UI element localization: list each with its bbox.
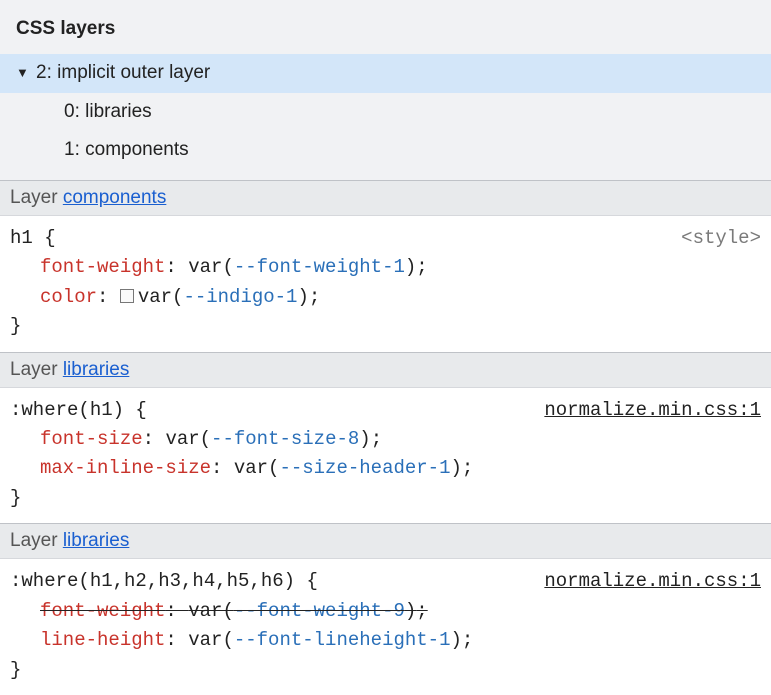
layer-header: Layer libraries <box>0 352 771 388</box>
layer-header: Layer libraries <box>0 523 771 559</box>
layer-header: Layer components <box>0 180 771 216</box>
layer-link[interactable]: libraries <box>63 530 130 551</box>
declaration[interactable]: font-size: var(--font-size-8); <box>10 425 761 454</box>
rule-block: :where(h1) {normalize.min.css:1font-size… <box>0 388 771 524</box>
property-name: font-size <box>40 428 143 450</box>
rule-block: :where(h1,h2,h3,h4,h5,h6) { normalize.min… <box>0 559 771 695</box>
chevron-down-icon[interactable]: ▼ <box>16 64 30 82</box>
source-style-tag[interactable]: <style> <box>681 224 761 253</box>
property-value: var(--font-size-8) <box>165 428 370 450</box>
rule-close-brace: } <box>10 656 761 685</box>
rule-close-brace: } <box>10 484 761 513</box>
css-variable[interactable]: --indigo-1 <box>183 286 297 308</box>
css-variable[interactable]: --font-weight-9 <box>234 600 405 622</box>
css-variable[interactable]: --font-lineheight-1 <box>234 629 451 651</box>
rule-selector[interactable]: h1 { <box>10 224 56 253</box>
property-name: line-height <box>40 629 165 651</box>
layer-header-prefix: Layer <box>10 187 63 208</box>
tree-row-child[interactable]: 0: libraries <box>0 93 771 132</box>
declaration[interactable]: color: var(--indigo-1); <box>10 283 761 312</box>
rule-head: h1 { <style> <box>10 224 761 253</box>
property-value: var(--font-weight-1) <box>188 256 416 278</box>
property-name: font-weight <box>40 600 165 622</box>
rule-close-brace: } <box>10 312 761 341</box>
css-variable[interactable]: --font-weight-1 <box>234 256 405 278</box>
tree-row-label: 2: implicit outer layer <box>36 60 210 87</box>
source-link[interactable]: normalize.min.css:1 <box>544 396 761 425</box>
rule-selector[interactable]: :where(h1,h2,h3,h4,h5,h6) { <box>10 567 318 596</box>
declaration[interactable]: max-inline-size: var(--size-header-1); <box>10 454 761 483</box>
rule-head: :where(h1) { normalize.min.css:1 <box>10 396 761 425</box>
rule-selector[interactable]: :where(h1) { <box>10 396 147 425</box>
property-name: max-inline-size <box>40 457 211 479</box>
layer-header-prefix: Layer <box>10 530 63 551</box>
property-value: var(--font-weight-9) <box>188 600 416 622</box>
layer-header-prefix: Layer <box>10 359 63 380</box>
property-value: var(--font-lineheight-1) <box>188 629 462 651</box>
css-variable[interactable]: --font-size-8 <box>211 428 359 450</box>
rule-head: :where(h1,h2,h3,h4,h5,h6) { normalize.min… <box>10 567 761 596</box>
property-value: var(--size-header-1) <box>234 457 462 479</box>
tree-row-label: 0: libraries <box>64 99 152 126</box>
property-value: var(--indigo-1) <box>138 286 309 308</box>
css-variable[interactable]: --size-header-1 <box>279 457 450 479</box>
tree-row-root[interactable]: ▼ 2: implicit outer layer <box>0 54 771 93</box>
panel-title: CSS layers <box>0 0 771 54</box>
source-link[interactable]: normalize.min.css:1 <box>544 567 761 596</box>
rule-block: h1 { <style>font-weight: var(--font-weigh… <box>0 216 771 352</box>
css-layers-panel: CSS layers ▼ 2: implicit outer layer 0: … <box>0 0 771 695</box>
layers-tree: ▼ 2: implicit outer layer 0: libraries 1… <box>0 54 771 180</box>
declaration[interactable]: line-height: var(--font-lineheight-1); <box>10 626 761 655</box>
layer-link[interactable]: libraries <box>63 359 130 380</box>
tree-row-label: 1: components <box>64 137 189 164</box>
color-swatch-icon[interactable] <box>120 289 134 303</box>
property-name: font-weight <box>40 256 165 278</box>
declaration[interactable]: font-weight: var(--font-weight-1); <box>10 253 761 282</box>
declaration[interactable]: font-weight: var(--font-weight-9); <box>10 597 761 626</box>
property-name: color <box>40 286 97 308</box>
tree-row-child[interactable]: 1: components <box>0 131 771 170</box>
layer-link[interactable]: components <box>63 187 167 208</box>
